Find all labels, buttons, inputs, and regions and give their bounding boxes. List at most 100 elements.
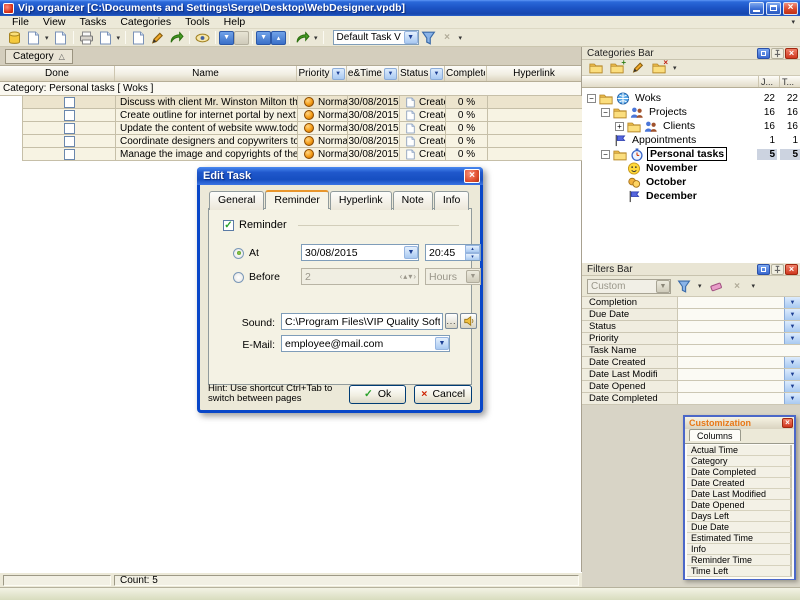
done-checkbox[interactable] (64, 110, 75, 121)
before-unit-dropdown-icon[interactable]: ▼ (466, 270, 480, 283)
menu-tasks[interactable]: Tasks (73, 16, 114, 28)
filter-row-date-last-modified[interactable]: Date Last Modifi ▼ (582, 369, 800, 381)
list-item[interactable]: Estimated Time (687, 533, 792, 544)
priority-dropdown-icon[interactable]: ▼ (784, 333, 800, 344)
tab-note[interactable]: Note (393, 191, 433, 210)
tree-item-projects[interactable]: − Projects 1616 (582, 105, 800, 119)
date-completed-dropdown-icon[interactable]: ▼ (784, 393, 800, 404)
done-checkbox[interactable] (64, 123, 75, 134)
view-options-dropdown-icon[interactable]: ▾ (459, 34, 463, 42)
new-category-icon[interactable] (587, 61, 604, 75)
group-by-category-button[interactable]: Category △ (5, 49, 73, 64)
move-down-icon[interactable]: ▼ (219, 31, 234, 45)
filter-row-task-name[interactable]: Task Name (582, 345, 800, 357)
group-row[interactable]: Category: Personal tasks [ Woks ] (0, 82, 581, 96)
edit-task-icon[interactable] (148, 30, 167, 46)
sound-play-button[interactable] (460, 313, 477, 329)
restore-button[interactable] (766, 2, 781, 15)
status-dropdown-icon[interactable]: ▼ (784, 321, 800, 332)
column-header-name[interactable]: Name (115, 66, 297, 81)
at-date-dropdown-icon[interactable]: ▼ (404, 246, 418, 259)
filters-maximize-icon[interactable] (757, 264, 770, 275)
categories-col2-header[interactable]: T... (779, 76, 800, 87)
filter-row-priority[interactable]: Priority ▼ (582, 333, 800, 345)
before-unit-combo[interactable]: Hours ▼ (425, 268, 481, 285)
task-view-dropdown-icon[interactable]: ▼ (404, 31, 418, 44)
customization-title[interactable]: Customization × (685, 417, 794, 429)
tree-item-december[interactable]: December (582, 189, 800, 203)
due-date-filter-icon[interactable]: ▼ (384, 68, 397, 80)
categories-more-icon[interactable]: ▾ (673, 64, 677, 72)
sound-input[interactable]: C:\Program Files\VIP Quality Software\VI… (281, 313, 443, 330)
column-header-priority[interactable]: Priority ▼ (297, 66, 347, 81)
new-task-icon[interactable] (129, 30, 148, 46)
tree-item-personal-tasks[interactable]: − Personal tasks 55 (582, 147, 800, 161)
column-header-status[interactable]: Status ▼ (399, 66, 445, 81)
filter-row-due-date[interactable]: Due Date ▼ (582, 309, 800, 321)
list-item[interactable]: Date Last Modified (687, 489, 792, 500)
delete-filter-icon[interactable]: × (729, 279, 746, 293)
menu-overflow-icon[interactable]: ▾ (791, 18, 795, 26)
print-preview-icon[interactable] (96, 30, 115, 46)
column-header-complete[interactable]: Complete (445, 66, 487, 81)
date-opened-dropdown-icon[interactable]: ▼ (784, 381, 800, 392)
clear-filter-icon[interactable] (708, 279, 725, 293)
menu-file[interactable]: File (5, 16, 36, 28)
list-item[interactable]: Reminder Time (687, 555, 792, 566)
tree-item-clients[interactable]: + Clients 1616 (582, 119, 800, 133)
table-row[interactable]: Discuss with client Mr. Winston Milton t… (23, 96, 582, 109)
move-up-icon[interactable] (234, 31, 249, 45)
list-item[interactable]: Date Created (687, 478, 792, 489)
filters-more-icon[interactable]: ▾ (752, 282, 756, 290)
list-item[interactable]: Actual Time (687, 445, 792, 456)
menu-categories[interactable]: Categories (113, 16, 178, 28)
list-item[interactable]: Days Left (687, 511, 792, 522)
reminder-checkbox[interactable]: ✓ (223, 220, 234, 231)
column-header-due-date[interactable]: Due Date&Time ▼ (347, 66, 399, 81)
date-last-modified-dropdown-icon[interactable]: ▼ (784, 369, 800, 380)
list-item[interactable]: Due Date (687, 522, 792, 533)
tab-reminder[interactable]: Reminder (265, 190, 329, 209)
print-dropdown-icon[interactable]: ▾ (117, 34, 121, 42)
tree-item-appointments[interactable]: Appointments 11 (582, 133, 800, 147)
priority-filter-icon[interactable]: ▼ (332, 68, 345, 80)
dialog-close-icon[interactable]: × (464, 169, 480, 183)
email-dropdown-icon[interactable]: ▼ (435, 337, 449, 350)
filter-preset-combo[interactable]: Custom ▼ (587, 279, 671, 294)
tree-item-november[interactable]: November (582, 161, 800, 175)
task-view-combo[interactable]: Default Task V ▼ (333, 30, 419, 45)
share-dropdown-icon[interactable]: ▾ (314, 34, 318, 42)
table-row[interactable]: Create outline for internet portal by ne… (23, 109, 582, 122)
new-database-icon[interactable] (5, 30, 24, 46)
table-row[interactable]: Update the content of website www.todoli… (23, 122, 582, 135)
apply-filter-icon[interactable] (675, 279, 692, 293)
new-dropdown-icon[interactable]: ▾ (45, 34, 49, 42)
view-task-icon[interactable] (193, 30, 212, 46)
table-row[interactable]: Coordinate designers and copywriters to … (23, 135, 582, 148)
categories-maximize-icon[interactable] (757, 48, 770, 59)
tab-info[interactable]: Info (434, 191, 470, 210)
close-button[interactable]: × (783, 2, 798, 15)
minimize-button[interactable] (749, 2, 764, 15)
categories-close-icon[interactable]: × (785, 48, 798, 59)
print-icon[interactable] (77, 30, 96, 46)
collapse-icon[interactable]: − (601, 108, 610, 117)
list-item[interactable]: Category (687, 456, 792, 467)
done-checkbox[interactable] (64, 97, 75, 108)
categories-col1-header[interactable]: J... (758, 76, 779, 87)
table-row[interactable]: Manage the image and copyrights of the c… (23, 148, 582, 161)
column-header-hyperlink[interactable]: Hyperlink (487, 66, 581, 81)
done-checkbox[interactable] (64, 149, 75, 160)
date-created-dropdown-icon[interactable]: ▼ (784, 357, 800, 368)
tree-item-woks[interactable]: − Woks 2222 (582, 91, 800, 105)
menu-tools[interactable]: Tools (178, 16, 217, 28)
edit-category-icon[interactable] (629, 61, 646, 75)
expand-icon[interactable]: + (615, 122, 624, 131)
tab-hyperlink[interactable]: Hyperlink (330, 191, 392, 210)
status-filter-icon[interactable]: ▼ (430, 68, 443, 80)
new-document-icon[interactable] (24, 30, 43, 46)
time-up-icon[interactable]: ▴ (465, 245, 480, 253)
collapse-all-icon[interactable]: ▴ (271, 31, 286, 45)
at-date-combo[interactable]: 30/08/2015 ▼ (301, 244, 419, 261)
delete-category-icon[interactable]: × (650, 61, 667, 75)
